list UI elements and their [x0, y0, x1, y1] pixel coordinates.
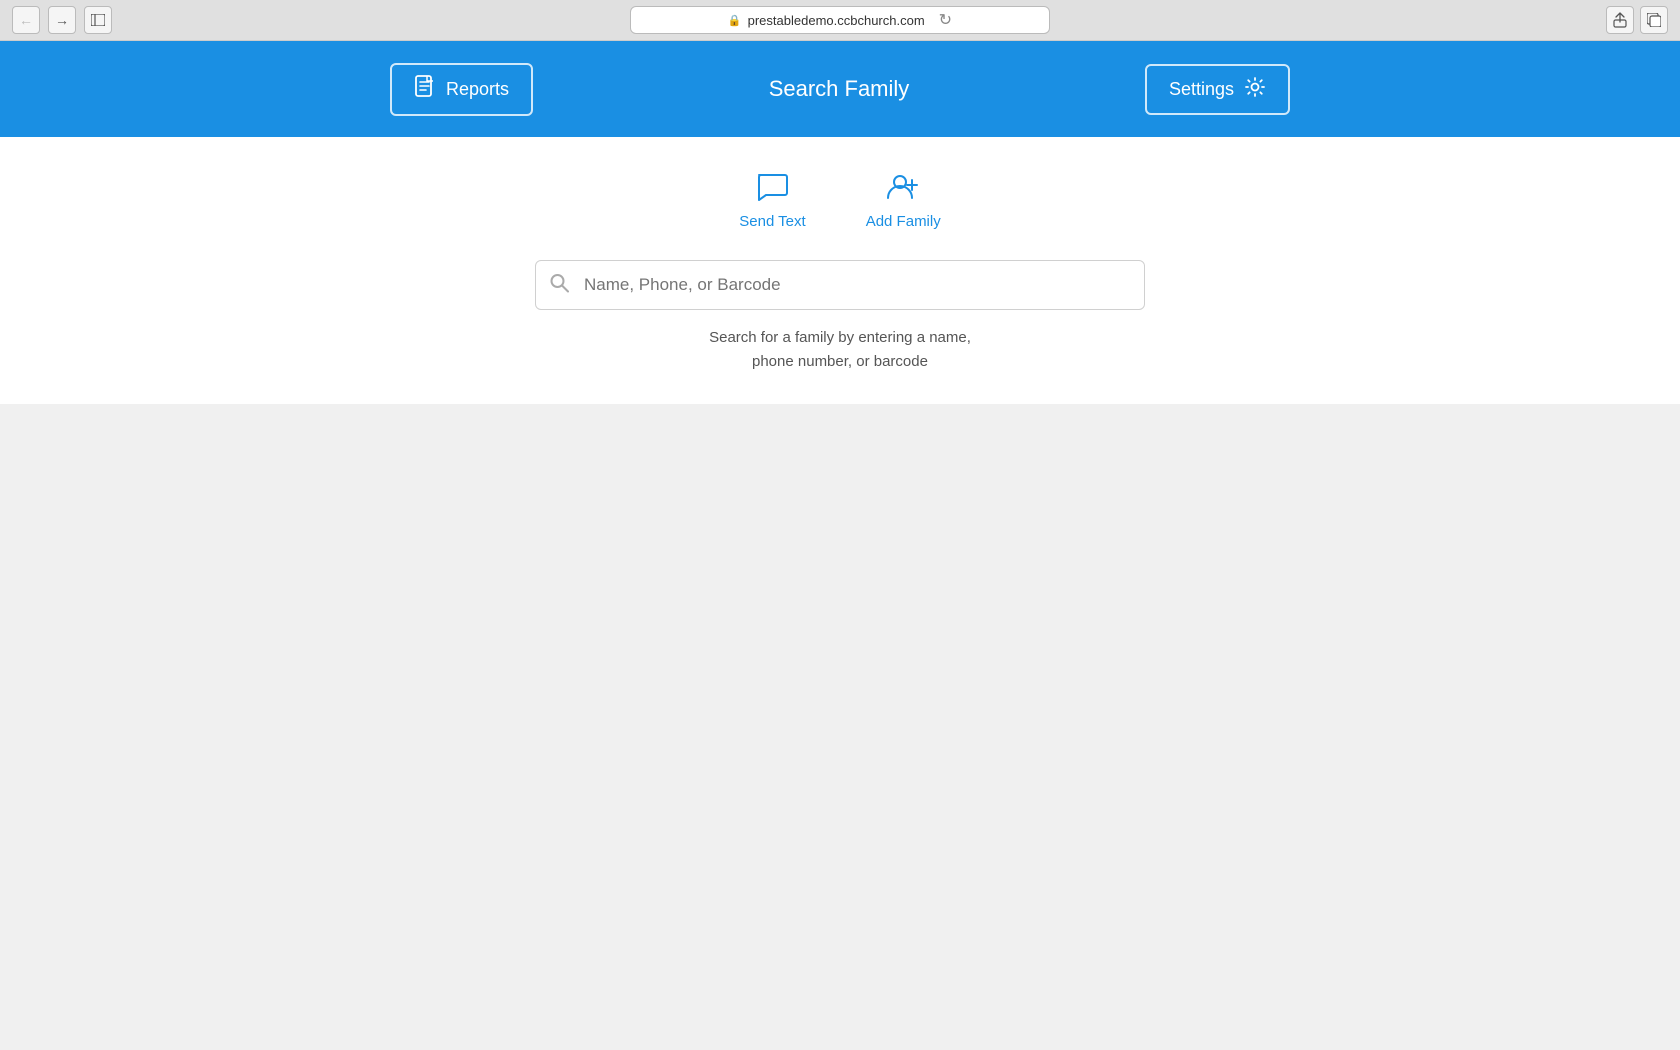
browser-toolbar: ← → 🔒 prestabledemo.ccbchurch.com ↻: [0, 0, 1680, 40]
nav-bar-inner: Reports Search Family Settings: [390, 63, 1290, 116]
settings-button[interactable]: Settings: [1145, 64, 1290, 115]
forward-button[interactable]: →: [48, 6, 76, 34]
add-family-label: Add Family: [866, 213, 941, 230]
settings-icon: [1244, 76, 1266, 103]
add-family-button[interactable]: Add Family: [866, 167, 941, 230]
share-button[interactable]: [1606, 6, 1634, 34]
send-text-label: Send Text: [739, 213, 805, 230]
sidebar-button[interactable]: [84, 6, 112, 34]
search-icon: [549, 273, 569, 298]
add-family-icon: [883, 167, 923, 207]
content-area: Send Text Add Family: [0, 137, 1680, 404]
reload-icon[interactable]: ↻: [939, 10, 952, 30]
lock-icon: 🔒: [728, 14, 742, 27]
tabs-button[interactable]: [1640, 6, 1668, 34]
url-text: prestabledemo.ccbchurch.com: [748, 13, 925, 28]
send-text-icon: [752, 167, 792, 207]
nav-title: Search Family: [769, 76, 910, 102]
address-bar[interactable]: 🔒 prestabledemo.ccbchurch.com ↻: [630, 6, 1050, 34]
nav-bar: Reports Search Family Settings: [0, 41, 1680, 137]
search-hint: Search for a family by entering a name, …: [709, 326, 971, 374]
search-input[interactable]: [535, 260, 1145, 310]
search-container: [535, 260, 1145, 310]
search-hint-line1: Search for a family by entering a name,: [709, 329, 971, 346]
settings-label: Settings: [1169, 79, 1234, 100]
reports-label: Reports: [446, 79, 509, 100]
back-button[interactable]: ←: [12, 6, 40, 34]
browser-right-buttons: [1606, 6, 1668, 34]
search-hint-line2: phone number, or barcode: [752, 353, 928, 370]
app-container: Reports Search Family Settings: [0, 41, 1680, 404]
reports-button[interactable]: Reports: [390, 63, 533, 116]
browser-chrome: ← → 🔒 prestabledemo.ccbchurch.com ↻: [0, 0, 1680, 41]
reports-icon: [414, 75, 436, 104]
action-row: Send Text Add Family: [739, 167, 940, 230]
send-text-button[interactable]: Send Text: [739, 167, 805, 230]
